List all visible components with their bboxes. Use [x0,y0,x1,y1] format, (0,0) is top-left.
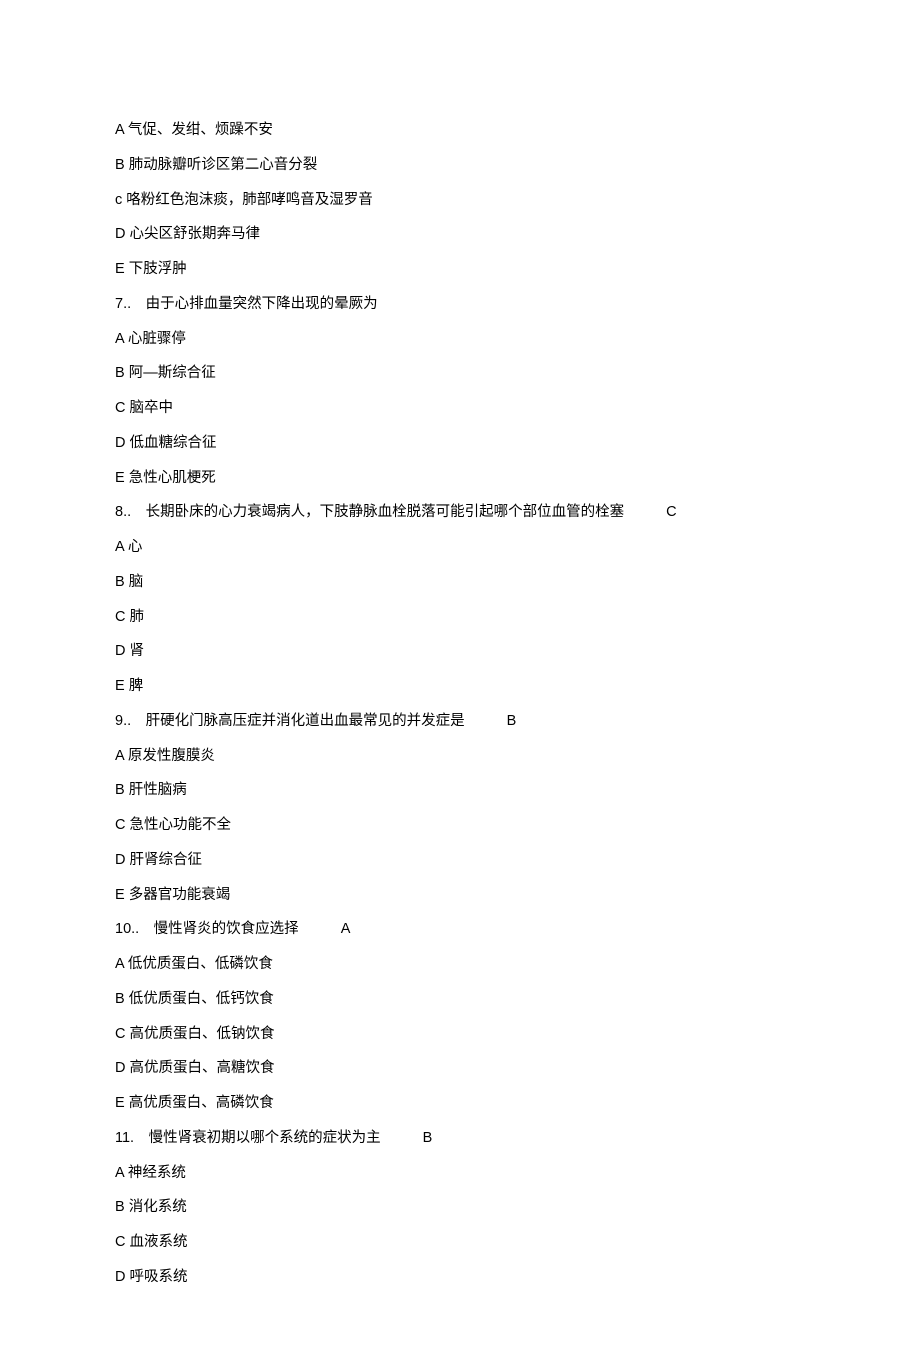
line-text: 11. 慢性肾衰初期以哪个系统的症状为主 [115,1130,381,1146]
text-line: c 咯粉红色泡沫痰，肺部哮鸣音及湿罗音 [115,190,805,212]
line-text: D 肾 [115,643,144,659]
text-line: C 脑卒中 [115,398,805,420]
text-line: D 高优质蛋白、高糖饮食 [115,1058,805,1080]
text-line: 11. 慢性肾衰初期以哪个系统的症状为主 B [115,1128,805,1150]
text-line: D 心尖区舒张期奔马律 [115,224,805,246]
line-text: B 脑 [115,574,143,590]
line-text: A 心 [115,539,142,555]
text-line: B 肝性脑病 [115,780,805,802]
line-text: 8.. 长期卧床的心力衰竭病人，下肢静脉血栓脱落可能引起哪个部位血管的栓塞 [115,504,624,520]
text-line: E 下肢浮肿 [115,259,805,281]
line-text: A 气促、发绀、烦躁不安 [115,122,273,138]
text-line: E 脾 [115,676,805,698]
line-text: C 肺 [115,609,144,625]
line-text: D 肝肾综合征 [115,852,202,868]
line-text: B 消化系统 [115,1199,187,1215]
text-line: D 肝肾综合征 [115,850,805,872]
line-text: B 肝性脑病 [115,782,187,798]
line-text: C 急性心功能不全 [115,817,231,833]
line-text: D 心尖区舒张期奔马律 [115,226,260,242]
line-text: D 呼吸系统 [115,1269,188,1285]
line-text: A 原发性腹膜炎 [115,748,215,764]
line-text: B 低优质蛋白、低钙饮食 [115,991,274,1007]
text-line: 8.. 长期卧床的心力衰竭病人，下肢静脉血栓脱落可能引起哪个部位血管的栓塞 C [115,502,805,524]
line-text: D 高优质蛋白、高糖饮食 [115,1060,275,1076]
answer-letter: B [507,713,517,729]
text-line: E 多器官功能衰竭 [115,885,805,907]
line-text: E 下肢浮肿 [115,261,187,277]
line-text: B 肺动脉瓣听诊区第二心音分裂 [115,157,317,173]
text-line: A 低优质蛋白、低磷饮食 [115,954,805,976]
text-line: B 消化系统 [115,1197,805,1219]
line-text: A 心脏骤停 [115,331,186,347]
text-line: C 血液系统 [115,1232,805,1254]
text-line: D 呼吸系统 [115,1267,805,1289]
text-line: A 心脏骤停 [115,329,805,351]
line-text: C 血液系统 [115,1234,188,1250]
text-line: 9.. 肝硬化门脉高压症并消化道出血最常见的并发症是 B [115,711,805,733]
line-text: B 阿—斯综合征 [115,365,216,381]
line-text: A 神经系统 [115,1165,186,1181]
text-line: A 原发性腹膜炎 [115,746,805,768]
text-line: B 肺动脉瓣听诊区第二心音分裂 [115,155,805,177]
text-line: B 低优质蛋白、低钙饮食 [115,989,805,1011]
text-line: B 脑 [115,572,805,594]
line-text: c 咯粉红色泡沫痰，肺部哮鸣音及湿罗音 [115,192,373,208]
text-line: 7.. 由于心排血量突然下降出现的晕厥为 [115,294,805,316]
line-text: E 高优质蛋白、高磷饮食 [115,1095,274,1111]
line-text: A 低优质蛋白、低磷饮食 [115,956,273,972]
line-text: D 低血糖综合征 [115,435,217,451]
text-line: A 心 [115,537,805,559]
text-line: C 高优质蛋白、低钠饮食 [115,1024,805,1046]
line-text: 10.. 慢性肾炎的饮食应选择 [115,921,299,937]
document-page: A 气促、发绀、烦躁不安 B 肺动脉瓣听诊区第二心音分裂 c 咯粉红色泡沫痰，肺部哮… [0,0,920,1362]
text-line: C 肺 [115,607,805,629]
text-line: B 阿—斯综合征 [115,363,805,385]
answer-letter: B [423,1130,433,1146]
text-line: A 气促、发绀、烦躁不安 [115,120,805,142]
text-line: D 肾 [115,641,805,663]
text-line: 10.. 慢性肾炎的饮食应选择 A [115,919,805,941]
text-line: E 高优质蛋白、高磷饮食 [115,1093,805,1115]
line-text: 7.. 由于心排血量突然下降出现的晕厥为 [115,296,378,312]
line-text: E 脾 [115,678,143,694]
text-line: C 急性心功能不全 [115,815,805,837]
line-text: C 脑卒中 [115,400,173,416]
text-line: E 急性心肌梗死 [115,468,805,490]
line-text: 9.. 肝硬化门脉高压症并消化道出血最常见的并发症是 [115,713,465,729]
answer-letter: A [341,921,351,937]
answer-letter: C [666,504,676,520]
line-text: E 急性心肌梗死 [115,470,216,486]
line-text: C 高优质蛋白、低钠饮食 [115,1026,275,1042]
text-line: A 神经系统 [115,1163,805,1185]
line-text: E 多器官功能衰竭 [115,887,230,903]
text-line: D 低血糖综合征 [115,433,805,455]
